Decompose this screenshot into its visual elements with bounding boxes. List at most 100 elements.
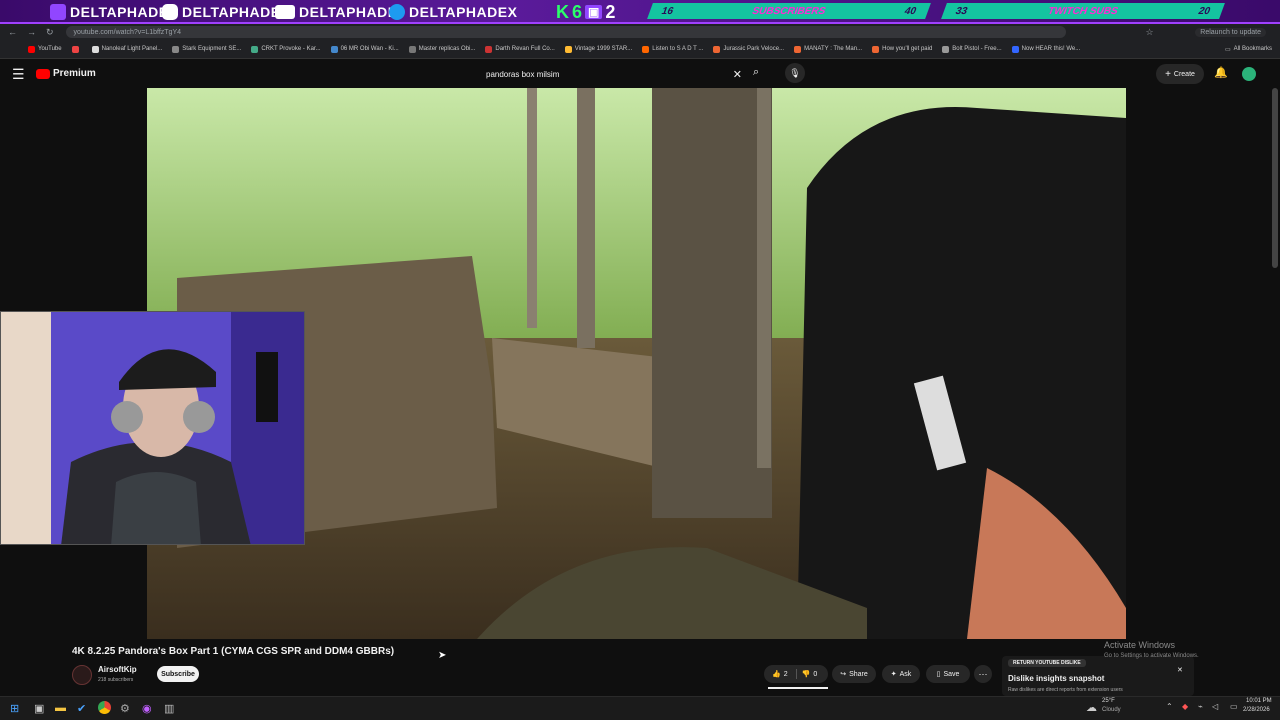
clock-time[interactable]: 10:01 PM <box>1246 698 1272 704</box>
goal-target: 40 <box>902 5 918 17</box>
plus-icon: + <box>1165 68 1171 80</box>
tray-chevron-icon[interactable]: ⌃ <box>1166 702 1173 711</box>
search-box[interactable]: pandoras box milsim ✕ <box>476 65 748 83</box>
app-icon[interactable]: ◉ <box>142 702 152 715</box>
bookmark[interactable]: Vintage 1999 STAR... <box>564 45 632 53</box>
app-icon[interactable]: ✔ <box>77 702 86 715</box>
youtube-header: ☰ Premium pandoras box milsim ✕ ⌕ 🎙 + Cre… <box>0 60 1280 88</box>
goal-title: TWITCH SUBS <box>1046 5 1120 17</box>
create-button[interactable]: + Create <box>1156 64 1204 84</box>
dislike-count[interactable]: 0 <box>813 671 817 678</box>
like-count[interactable]: 2 <box>784 671 788 678</box>
windows-taskbar: ⊞ ▣ ▬ ✔ ⚙ ◉ ▥ ☁ 25°F Cloudy ⌃ ◆ ⌁ ◁ ▭ 10… <box>0 696 1280 720</box>
twitch-icon <box>50 4 66 20</box>
bookmark[interactable] <box>71 45 82 53</box>
twitch-subs-goal-bar: 33 TWITCH SUBS 20 <box>941 3 1225 19</box>
scrollbar-thumb[interactable] <box>1272 88 1278 268</box>
clock-date[interactable]: 2/28/2026 <box>1243 707 1270 713</box>
weather-icon: ☁ <box>1086 702 1097 714</box>
bell-icon[interactable]: 🔔 <box>1214 66 1228 79</box>
bookmark[interactable]: How you'll get paid <box>872 45 932 53</box>
bookmark[interactable]: Darth Revan Full Co... <box>485 45 555 53</box>
windows-start-icon[interactable]: ⊞ <box>10 702 19 715</box>
popup-text: Raw dislikes are direct reports from ext… <box>1008 687 1123 693</box>
youtube-social: DELTAPHADE <box>275 2 398 22</box>
twitch-icon: ▣ <box>585 5 603 19</box>
ask-button[interactable]: ✦ Ask <box>882 665 920 683</box>
create-label: Create <box>1173 70 1195 78</box>
goal-target: 20 <box>1196 5 1212 17</box>
bookmark[interactable]: MANATY : The Man... <box>794 45 862 53</box>
close-icon[interactable]: ✕ <box>1177 666 1183 674</box>
url-text[interactable]: youtube.com/watch?v=L1bffzTgY4 <box>74 29 181 36</box>
address-bar[interactable]: youtube.com/watch?v=L1bffzTgY4 <box>65 26 1066 38</box>
bookmark[interactable]: YouTube <box>28 45 62 53</box>
relaunch-button[interactable]: Relaunch to update <box>1195 27 1266 37</box>
subscribe-button[interactable]: Subscribe <box>157 666 199 682</box>
back-icon[interactable]: ← <box>8 27 17 37</box>
popup-tag: RETURN YOUTUBE DISLIKE <box>1008 659 1086 667</box>
goal-title: SUBSCRIBERS <box>750 5 828 17</box>
bookmark-icon: ▯ <box>936 671 941 678</box>
bookmarks-bar: YouTube Nanoleaf Light Panel... Stark Eq… <box>0 40 1280 59</box>
tray-icon[interactable]: ◆ <box>1182 702 1188 711</box>
divider <box>795 669 797 679</box>
all-bookmarks[interactable]: ▭ All Bookmarks <box>1225 46 1272 53</box>
twitch-social: DELTAPHADE <box>50 2 169 22</box>
dislike-popup: RETURN YOUTUBE DISLIKE Dislike insights … <box>1002 656 1194 696</box>
task-view-icon[interactable]: ▣ <box>34 702 44 715</box>
social-handle: DELTAPHADEX <box>409 4 518 20</box>
share-button[interactable]: ↪ Share <box>832 665 876 683</box>
youtube-logo[interactable]: Premium <box>36 68 96 79</box>
star-icon[interactable]: ☆ <box>1146 27 1154 38</box>
kick-icon: K <box>556 1 569 22</box>
channel-name[interactable]: AirsoftKip <box>98 665 137 674</box>
bookmark[interactable]: 06 MR Obi Wan - Ki... <box>330 45 399 53</box>
search-input[interactable]: pandoras box milsim <box>486 70 559 79</box>
network-icon[interactable]: ⌁ <box>1198 702 1203 711</box>
social-handle: DELTAPHADE <box>182 4 281 20</box>
twitter-icon <box>389 4 405 20</box>
webcam-overlay <box>0 311 305 545</box>
webcam-frame <box>1 312 304 544</box>
clear-icon[interactable]: ✕ <box>733 68 742 81</box>
menu-icon[interactable]: ☰ <box>12 66 25 83</box>
reload-icon[interactable]: ↻ <box>46 27 54 38</box>
thumbs-up-icon[interactable]: 👍 <box>772 670 781 678</box>
bookmark[interactable]: Nanoleaf Light Panel... <box>91 45 162 53</box>
volume-icon[interactable]: ◁ <box>1212 702 1218 711</box>
weather-temp: 25°F <box>1102 698 1115 704</box>
bookmark[interactable]: Stark Equipment SE... <box>172 45 241 53</box>
forward-icon[interactable]: → <box>27 27 36 37</box>
activate-windows-sub: Go to Settings to activate Windows. <box>1104 653 1199 659</box>
instagram-icon <box>162 4 178 20</box>
bookmark[interactable]: CRKT Provoke - Kar... <box>251 45 321 53</box>
thumbs-down-icon[interactable]: 👎 <box>802 670 811 678</box>
battery-icon[interactable]: ▭ <box>1230 702 1238 711</box>
bookmark[interactable]: Jurassic Park Veloce... <box>713 45 784 53</box>
file-explorer-icon[interactable]: ▬ <box>55 702 66 714</box>
chrome-icon[interactable] <box>98 701 111 714</box>
avatar[interactable] <box>1242 67 1256 81</box>
bookmark[interactable]: Now HEAR this! We... <box>1011 45 1080 53</box>
mic-icon[interactable]: 🎙 <box>785 63 805 83</box>
weather-desc: Cloudy <box>1102 707 1121 713</box>
more-icon[interactable]: ⋯ <box>974 665 992 683</box>
like-dislike-group: 👍 2 👎 0 <box>764 665 828 683</box>
app-icon[interactable]: ▥ <box>164 702 174 715</box>
bookmark[interactable]: Bolt Pistol - Free... <box>942 45 1002 53</box>
subscribers-goal-bar: 16 SUBSCRIBERS 40 <box>647 3 931 19</box>
save-button[interactable]: ▯ Save <box>926 665 970 683</box>
activate-windows-title: Activate Windows <box>1104 640 1176 650</box>
instagram-social: DELTAPHADE <box>162 2 281 22</box>
share-icon: ↪ <box>840 671 847 678</box>
like-ratio-bar <box>768 687 828 689</box>
subscriber-count: 218 subscribers <box>98 677 134 683</box>
stream-overlay-bar: DELTAPHADE DELTAPHADE DELTAPHADE DELTAPH… <box>0 0 1280 24</box>
channel-avatar[interactable] <box>72 665 92 685</box>
youtube-icon <box>275 5 295 19</box>
bookmark[interactable]: Master replicas Obi... <box>408 45 475 53</box>
app-icon[interactable]: ⚙ <box>120 702 130 715</box>
search-icon[interactable]: ⌕ <box>753 66 759 79</box>
bookmark[interactable]: Listen to S A D T ... <box>642 45 703 53</box>
